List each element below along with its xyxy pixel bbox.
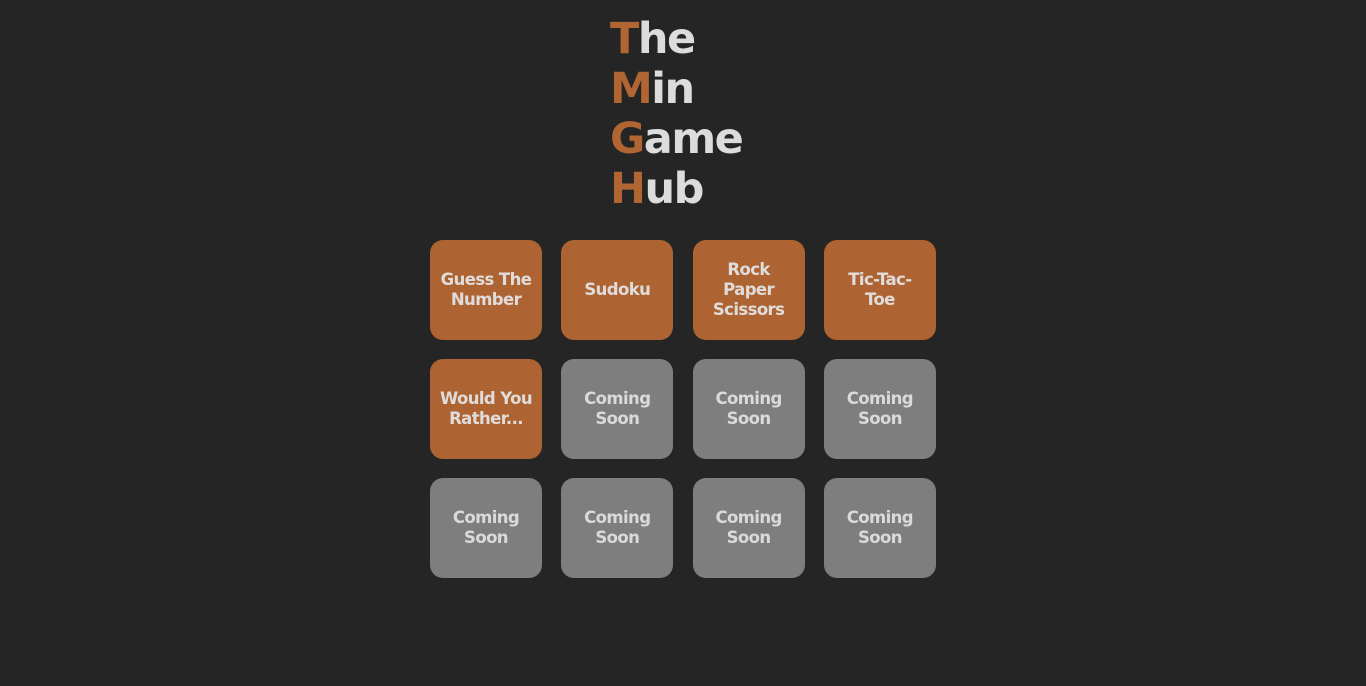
game-tile-coming-soon[interactable]: Coming Soon (823, 359, 936, 459)
game-tile-coming-soon[interactable]: Coming Soon (692, 478, 805, 578)
game-tile-label: Rock Paper Scissors (712, 260, 785, 319)
title-initial: T (610, 14, 639, 64)
game-tile-coming-soon[interactable]: Coming Soon (692, 359, 805, 459)
game-grid: Guess The Number Sudoku Rock Paper Sciss… (430, 240, 936, 578)
game-tile-label: Tic-Tac-Toe (848, 270, 912, 309)
game-tile-guess-the-number[interactable]: Guess The Number (430, 240, 542, 340)
game-tile-label: Would You Rather... (439, 389, 533, 428)
game-tile-label: Coming Soon (584, 389, 651, 428)
title-rest: in (651, 64, 695, 114)
title-line-4: Hub (610, 164, 742, 214)
title-initial: H (610, 164, 646, 214)
game-tile-label: Guess The Number (440, 270, 532, 309)
title-rest: ame (643, 114, 744, 164)
title-line-1: The (610, 14, 742, 64)
page-title: The Min Game Hub (610, 14, 744, 214)
game-tile-coming-soon[interactable]: Coming Soon (823, 478, 936, 578)
game-tile-label: Coming Soon (715, 389, 782, 428)
game-tile-label: Coming Soon (452, 508, 520, 547)
title-rest: he (637, 14, 696, 64)
game-tile-coming-soon[interactable]: Coming Soon (430, 478, 542, 578)
game-tile-label: Sudoku (584, 280, 651, 299)
game-tile-label: Coming Soon (715, 508, 782, 547)
title-rest: ub (644, 164, 705, 214)
game-tile-would-you-rather[interactable]: Would You Rather... (430, 359, 542, 459)
game-tile-coming-soon[interactable]: Coming Soon (561, 478, 674, 578)
game-tile-tic-tac-toe[interactable]: Tic-Tac-Toe (823, 240, 936, 340)
game-tile-coming-soon[interactable]: Coming Soon (561, 359, 674, 459)
title-initial: M (610, 64, 653, 114)
game-tile-sudoku[interactable]: Sudoku (561, 240, 674, 340)
game-tile-rock-paper-scissors[interactable]: Rock Paper Scissors (692, 240, 805, 340)
title-line-3: Game (610, 114, 744, 164)
game-tile-label: Coming Soon (846, 389, 914, 428)
title-line-2: Min (610, 64, 742, 114)
title-initial: G (610, 114, 645, 164)
game-tile-label: Coming Soon (846, 508, 914, 547)
game-tile-label: Coming Soon (584, 508, 651, 547)
